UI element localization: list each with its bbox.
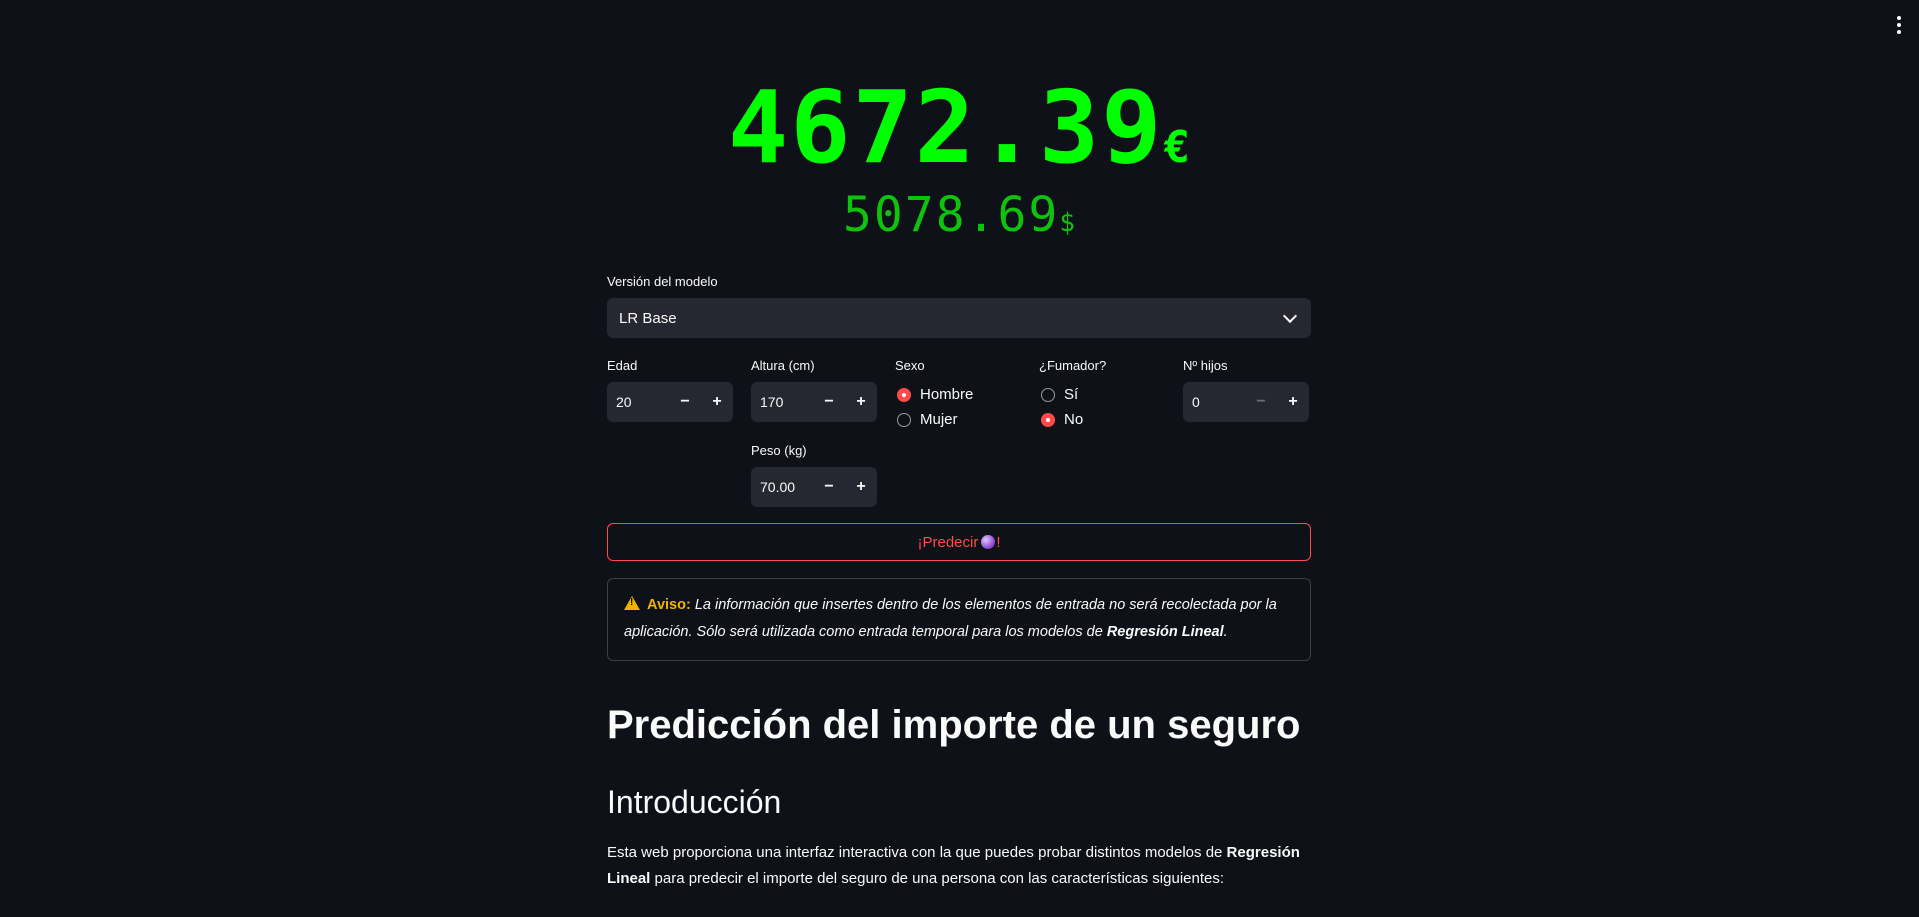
- model-select[interactable]: LR Base: [607, 298, 1311, 338]
- predict-button-label: ¡Predecir: [917, 533, 979, 551]
- intro-text-end: para predecir el importe del seguro de u…: [650, 870, 1225, 887]
- radio-unselected-icon: [1041, 387, 1055, 402]
- edad-stepper: 20 − +: [607, 382, 733, 422]
- peso-stepper: 70.00 − +: [751, 467, 877, 507]
- euro-symbol: €: [1163, 122, 1190, 173]
- altura-label: Altura (cm): [751, 358, 815, 373]
- model-select-label: Versión del modelo: [607, 274, 718, 289]
- predict-button-suffix: !: [996, 533, 1001, 551]
- edad-increment-button[interactable]: +: [701, 382, 733, 422]
- peso-label: Peso (kg): [751, 443, 807, 458]
- peso-increment-button[interactable]: +: [845, 467, 877, 507]
- alert-text-end: .: [1223, 624, 1228, 640]
- warning-icon: [624, 596, 640, 610]
- fumador-option-si[interactable]: Sí: [1041, 386, 1078, 403]
- alert-bold-text: Regresión Lineal: [1106, 624, 1224, 640]
- prediction-eur-value: 4672.39: [728, 69, 1164, 186]
- crystal-ball-icon: [981, 535, 996, 549]
- hijos-label: Nº hijos: [1183, 358, 1228, 373]
- privacy-alert: Aviso: La información que insertes dentr…: [607, 578, 1311, 661]
- prediction-usd: 5078.69$: [607, 190, 1311, 248]
- kebab-menu-icon: [1897, 16, 1901, 20]
- radio-selected-icon: [897, 387, 911, 402]
- sexo-option-label: Hombre: [920, 386, 974, 403]
- peso-decrement-button[interactable]: −: [813, 467, 845, 507]
- kebab-menu-icon-dot: [1897, 30, 1901, 34]
- fumador-label: ¿Fumador?: [1039, 358, 1107, 373]
- intro-text: Esta web proporciona una interfaz intera…: [607, 844, 1227, 861]
- chevron-down-icon: [1282, 308, 1298, 323]
- sexo-option-mujer[interactable]: Mujer: [897, 411, 958, 428]
- fumador-option-label: No: [1064, 411, 1084, 428]
- altura-decrement-button[interactable]: −: [813, 382, 845, 422]
- dollar-symbol: $: [1059, 208, 1075, 238]
- edad-label: Edad: [607, 358, 638, 373]
- edad-input[interactable]: 20: [607, 394, 669, 410]
- fumador-option-label: Sí: [1064, 386, 1079, 403]
- page-title: Predicción del importe de un seguro: [607, 703, 1301, 747]
- radio-unselected-icon: [897, 412, 911, 427]
- prediction-eur: 4672.39€: [607, 78, 1311, 198]
- hijos-increment-button[interactable]: +: [1277, 382, 1309, 422]
- altura-increment-button[interactable]: +: [845, 382, 877, 422]
- hijos-input[interactable]: 0: [1183, 394, 1245, 410]
- altura-stepper: 170 − +: [751, 382, 877, 422]
- edad-decrement-button[interactable]: −: [669, 382, 701, 422]
- alert-title: Aviso:: [647, 597, 691, 613]
- fumador-option-no[interactable]: No: [1041, 411, 1083, 428]
- hijos-stepper: 0 − +: [1183, 382, 1309, 422]
- section-heading: Introducción: [607, 784, 782, 820]
- peso-input[interactable]: 70.00: [751, 479, 813, 495]
- altura-input[interactable]: 170: [751, 394, 813, 410]
- sexo-label: Sexo: [895, 358, 925, 373]
- radio-selected-icon: [1041, 412, 1055, 427]
- main-menu-button[interactable]: [1891, 14, 1907, 36]
- sexo-option-hombre[interactable]: Hombre: [897, 386, 973, 403]
- sexo-option-label: Mujer: [920, 411, 958, 428]
- kebab-menu-icon-dot: [1897, 23, 1901, 27]
- model-select-value: LR Base: [619, 309, 677, 327]
- intro-paragraph: Esta web proporciona una interfaz intera…: [607, 840, 1311, 892]
- predict-button[interactable]: ¡Predecir !: [607, 523, 1311, 561]
- hijos-decrement-button[interactable]: −: [1245, 382, 1277, 422]
- prediction-usd-value: 5078.69: [843, 187, 1060, 243]
